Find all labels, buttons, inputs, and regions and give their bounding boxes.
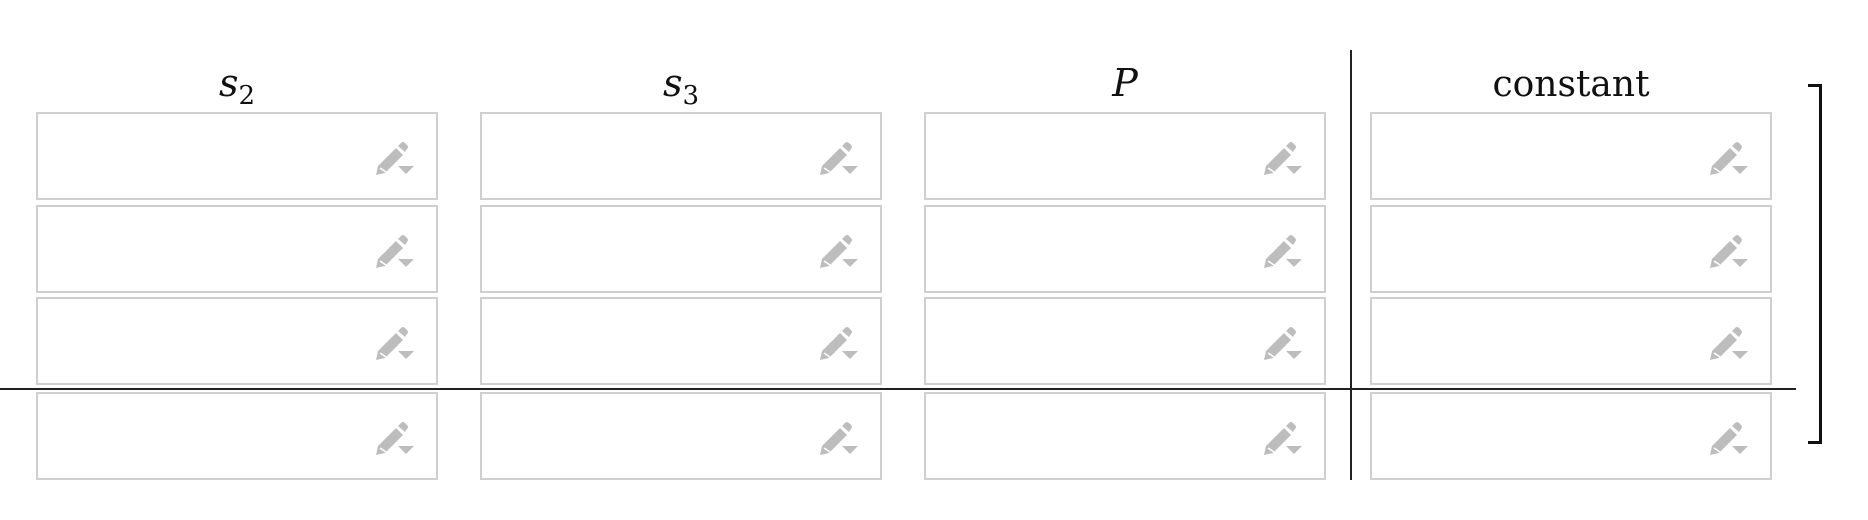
matrix-cell-r4-c2[interactable] [480, 392, 882, 480]
pencil-dropdown-icon[interactable] [816, 229, 860, 271]
column-header-p: P [924, 58, 1326, 108]
pencil-dropdown-icon[interactable] [372, 416, 416, 458]
pencil-dropdown-icon[interactable] [1706, 321, 1750, 363]
matrix-cell-r1-c2[interactable] [480, 112, 882, 200]
matrix-cell-r3-c4[interactable] [1370, 297, 1772, 385]
pencil-dropdown-icon[interactable] [372, 321, 416, 363]
matrix-cell-r2-c2[interactable] [480, 205, 882, 293]
matrix-cell-r2-c1[interactable] [36, 205, 438, 293]
pencil-dropdown-icon[interactable] [372, 229, 416, 271]
column-header-constant: constant [1370, 58, 1772, 108]
matrix-cell-r2-c4[interactable] [1370, 205, 1772, 293]
matrix-cell-r3-c3[interactable] [924, 297, 1326, 385]
pencil-dropdown-icon[interactable] [1260, 136, 1304, 178]
matrix-cell-r4-c1[interactable] [36, 392, 438, 480]
matrix-cell-r4-c3[interactable] [924, 392, 1326, 480]
column-header-var: s [218, 61, 239, 105]
column-header-s2: s2 [36, 58, 438, 111]
row-separator-line [0, 388, 1796, 390]
matrix-cell-r1-c4[interactable] [1370, 112, 1772, 200]
matrix-cell-r4-c4[interactable] [1370, 392, 1772, 480]
column-header-var: P [1112, 61, 1138, 105]
column-header-label: constant [1492, 64, 1650, 105]
pencil-dropdown-icon[interactable] [1706, 136, 1750, 178]
pencil-dropdown-icon[interactable] [816, 136, 860, 178]
matrix-cell-r1-c3[interactable] [924, 112, 1326, 200]
pencil-dropdown-icon[interactable] [1706, 229, 1750, 271]
column-header-sub: 3 [682, 81, 700, 111]
column-header-s3: s3 [480, 58, 882, 111]
pencil-dropdown-icon[interactable] [816, 321, 860, 363]
pencil-dropdown-icon[interactable] [372, 136, 416, 178]
matrix-cell-r3-c2[interactable] [480, 297, 882, 385]
pencil-dropdown-icon[interactable] [1706, 416, 1750, 458]
matrix-cell-r2-c3[interactable] [924, 205, 1326, 293]
pencil-dropdown-icon[interactable] [1260, 229, 1304, 271]
matrix-cell-r3-c1[interactable] [36, 297, 438, 385]
augmented-column-separator [1350, 50, 1352, 480]
pencil-dropdown-icon[interactable] [816, 416, 860, 458]
pencil-dropdown-icon[interactable] [1260, 321, 1304, 363]
column-header-sub: 2 [238, 81, 256, 111]
pencil-dropdown-icon[interactable] [1260, 416, 1304, 458]
matrix-right-bracket [1808, 84, 1822, 444]
column-header-var: s [662, 61, 683, 105]
matrix-cell-r1-c1[interactable] [36, 112, 438, 200]
